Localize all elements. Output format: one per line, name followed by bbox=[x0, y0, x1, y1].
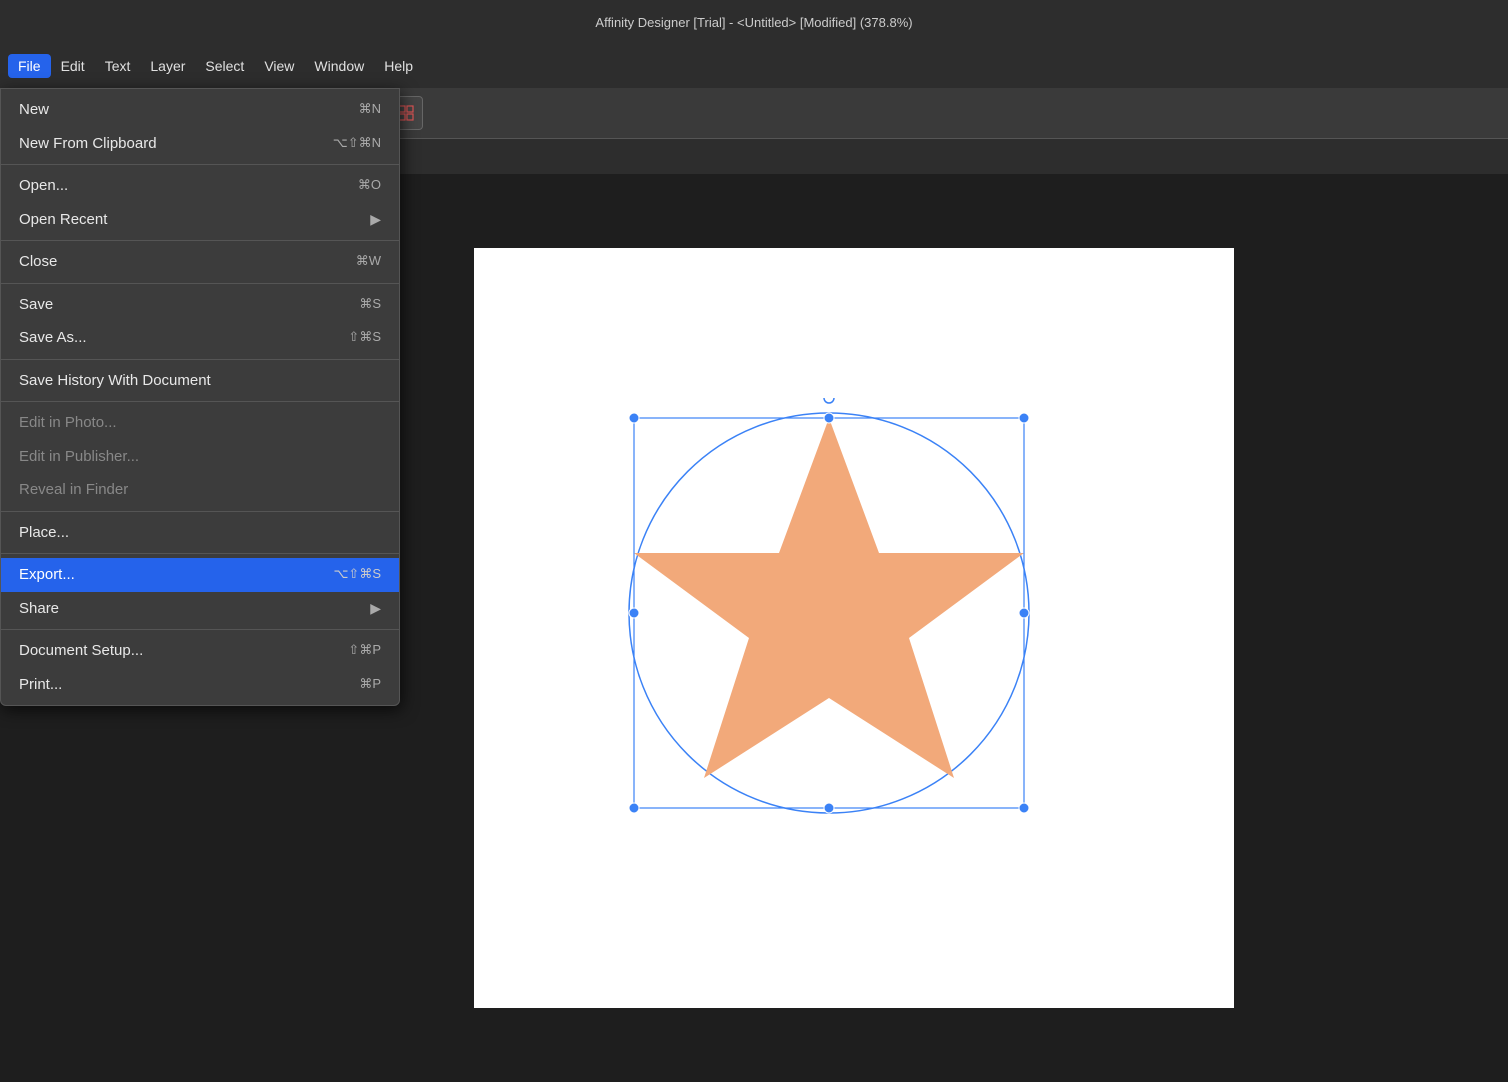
menu-item-save-history[interactable]: Save History With Document bbox=[1, 364, 399, 398]
menu-layer[interactable]: Layer bbox=[140, 54, 195, 78]
menu-item-place[interactable]: Place... bbox=[1, 516, 399, 550]
menu-item-reveal-finder-label: Reveal in Finder bbox=[19, 480, 128, 500]
menu-item-open[interactable]: Open... ⌘O bbox=[1, 169, 399, 203]
menu-item-new[interactable]: New ⌘N bbox=[1, 93, 399, 127]
menu-item-edit-photo-label: Edit in Photo... bbox=[19, 413, 117, 433]
file-dropdown-menu: New ⌘N New From Clipboard ⌥⇧⌘N Open... ⌘… bbox=[0, 88, 400, 706]
menu-item-save-label: Save bbox=[19, 295, 53, 315]
menu-help[interactable]: Help bbox=[374, 54, 423, 78]
menu-item-close-shortcut: ⌘W bbox=[356, 253, 381, 270]
menu-item-export-shortcut: ⌥⇧⌘S bbox=[333, 566, 381, 583]
canvas-white bbox=[474, 248, 1234, 1008]
menu-divider-2 bbox=[1, 240, 399, 241]
menu-item-open-recent-label: Open Recent bbox=[19, 210, 107, 230]
menu-item-share-arrow: ▶ bbox=[370, 599, 381, 617]
star-svg bbox=[614, 398, 1044, 828]
menu-item-new-from-clipboard[interactable]: New From Clipboard ⌥⇧⌘N bbox=[1, 127, 399, 161]
menu-item-print[interactable]: Print... ⌘P bbox=[1, 668, 399, 702]
menu-divider-6 bbox=[1, 511, 399, 512]
menu-item-save-as-shortcut: ⇧⌘S bbox=[348, 329, 381, 346]
menu-item-new-from-clipboard-label: New From Clipboard bbox=[19, 134, 157, 154]
menu-item-reveal-finder: Reveal in Finder bbox=[1, 473, 399, 507]
menu-item-save-as[interactable]: Save As... ⇧⌘S bbox=[1, 321, 399, 355]
menu-item-edit-publisher: Edit in Publisher... bbox=[1, 440, 399, 474]
menu-item-new-label: New bbox=[19, 100, 49, 120]
menu-item-new-shortcut: ⌘N bbox=[359, 101, 381, 118]
menu-item-document-setup-label: Document Setup... bbox=[19, 641, 143, 661]
menu-item-close[interactable]: Close ⌘W bbox=[1, 245, 399, 279]
menu-divider-5 bbox=[1, 401, 399, 402]
menu-item-print-shortcut: ⌘P bbox=[359, 676, 381, 693]
menu-item-open-recent[interactable]: Open Recent ▶ bbox=[1, 203, 399, 237]
menu-item-close-label: Close bbox=[19, 252, 57, 272]
title-bar-text: Affinity Designer [Trial] - <Untitled> [… bbox=[595, 15, 912, 30]
menu-file[interactable]: File bbox=[8, 54, 51, 78]
menu-text[interactable]: Text bbox=[95, 54, 141, 78]
menu-divider-4 bbox=[1, 359, 399, 360]
menu-edit[interactable]: Edit bbox=[51, 54, 95, 78]
menu-item-open-shortcut: ⌘O bbox=[358, 177, 381, 194]
menu-item-share-label: Share bbox=[19, 599, 59, 619]
menu-item-document-setup-shortcut: ⇧⌘P bbox=[348, 642, 381, 659]
menu-item-save-history-label: Save History With Document bbox=[19, 371, 211, 391]
menu-item-place-label: Place... bbox=[19, 523, 69, 543]
star-shape-container[interactable] bbox=[614, 398, 1044, 828]
title-bar: Affinity Designer [Trial] - <Untitled> [… bbox=[0, 0, 1508, 44]
menu-view[interactable]: View bbox=[254, 54, 304, 78]
menu-item-share[interactable]: Share ▶ bbox=[1, 592, 399, 626]
menu-item-new-from-clipboard-shortcut: ⌥⇧⌘N bbox=[333, 135, 381, 152]
menu-divider-1 bbox=[1, 164, 399, 165]
menu-divider-3 bbox=[1, 283, 399, 284]
menu-window[interactable]: Window bbox=[304, 54, 374, 78]
menu-item-print-label: Print... bbox=[19, 675, 62, 695]
menu-bar: File Edit Text Layer Select View Window … bbox=[0, 44, 1508, 88]
menu-divider-8 bbox=[1, 629, 399, 630]
menu-item-export[interactable]: Export... ⌥⇧⌘S bbox=[1, 558, 399, 592]
menu-item-open-recent-arrow: ▶ bbox=[370, 210, 381, 228]
menu-item-save[interactable]: Save ⌘S bbox=[1, 288, 399, 322]
menu-item-save-shortcut: ⌘S bbox=[359, 296, 381, 313]
menu-item-edit-publisher-label: Edit in Publisher... bbox=[19, 447, 139, 467]
menu-item-document-setup[interactable]: Document Setup... ⇧⌘P bbox=[1, 634, 399, 668]
menu-divider-7 bbox=[1, 553, 399, 554]
menu-select[interactable]: Select bbox=[195, 54, 254, 78]
menu-item-edit-photo: Edit in Photo... bbox=[1, 406, 399, 440]
menu-item-open-label: Open... bbox=[19, 176, 68, 196]
menu-item-save-as-label: Save As... bbox=[19, 328, 87, 348]
menu-item-export-label: Export... bbox=[19, 565, 75, 585]
